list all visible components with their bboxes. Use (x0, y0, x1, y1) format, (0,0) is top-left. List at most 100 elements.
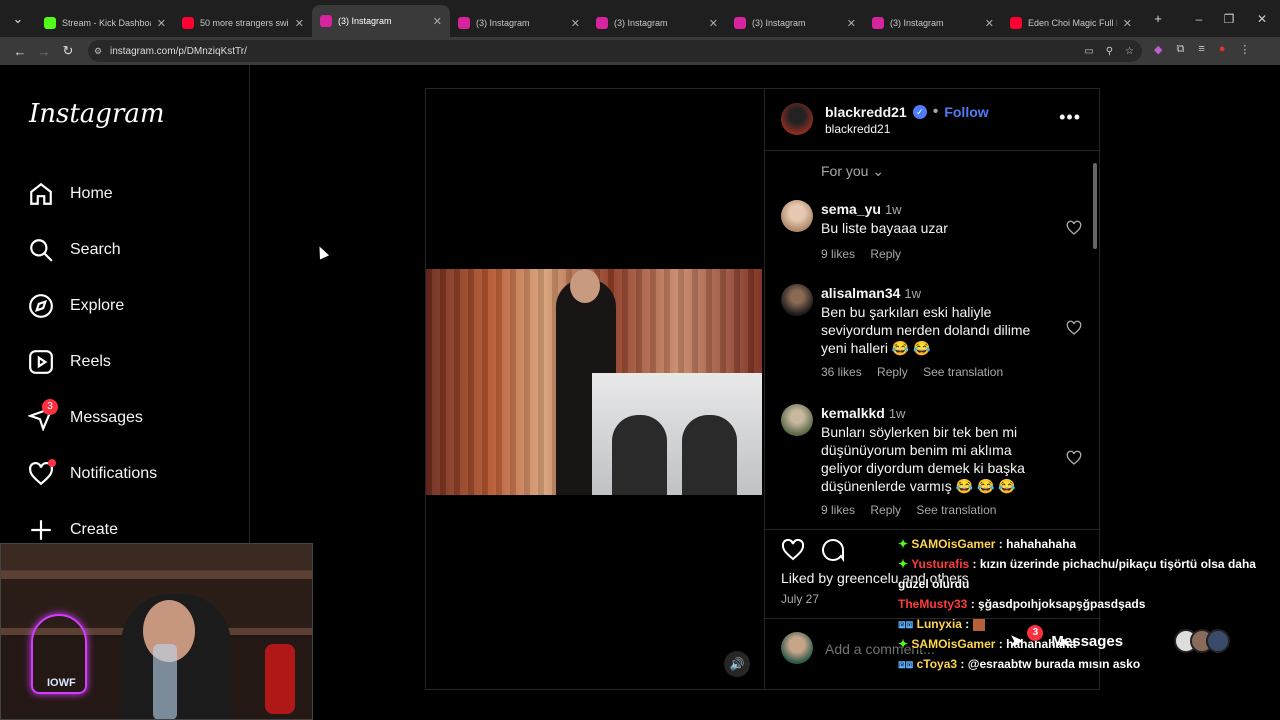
commenter-avatar[interactable] (781, 404, 813, 436)
instagram-logo[interactable]: Instagram (29, 99, 165, 129)
comment-reply[interactable]: Reply (870, 247, 901, 261)
tab-close-icon[interactable]: ✕ (433, 15, 442, 28)
sidebar-item-home[interactable]: Home (28, 181, 113, 207)
address-bar[interactable]: ⚙ instagram.com/p/DMnziqKstTr/ ▭ ⚲ ☆ (88, 40, 1142, 62)
tab-title: (3) Instagram (890, 18, 944, 28)
comment-bubble-icon[interactable] (821, 538, 845, 562)
avatar (1206, 629, 1230, 653)
chat-username: Yusturafis (911, 557, 970, 571)
messages-bar-label: Messages (1051, 632, 1124, 650)
mute-toggle-button[interactable]: 🔊 (724, 651, 750, 677)
zoom-icon[interactable]: ⚲ (1106, 46, 1113, 57)
search-icon (30, 239, 53, 262)
tab-close-icon[interactable]: ✕ (295, 17, 304, 30)
tab-close-icon[interactable]: ✕ (157, 17, 166, 30)
sidebar-item-notifications[interactable]: Notifications (28, 459, 157, 487)
post-video[interactable]: 🔊 (426, 89, 764, 689)
comment-username[interactable]: sema_yu (821, 201, 881, 217)
site-info-icon[interactable]: ⚙ (94, 46, 102, 57)
comments-list: For you ⌄ sema_yu 1w Bu liste bayaaa uzar… (765, 151, 1101, 529)
see-translation-link[interactable]: See translation (923, 365, 1003, 379)
reload-icon[interactable]: ↻ (56, 43, 80, 59)
new-tab-button[interactable]: + (1146, 11, 1170, 26)
tab-close-icon[interactable]: ✕ (709, 17, 718, 30)
browser-tab[interactable]: (3) Instagram ✕ (588, 9, 726, 37)
browser-tab[interactable]: (3) Instagram ✕ (864, 9, 1002, 37)
chat-message: @esraabtw burada mısın asko (967, 657, 1141, 671)
video-frame[interactable] (426, 269, 762, 495)
messages-floating-bar[interactable]: ➤ 3 Messages (1010, 624, 1230, 658)
browser-tab[interactable]: (3) Instagram ✕ (726, 9, 864, 37)
extension-icon[interactable]: ◆ (1154, 43, 1162, 56)
chat-username: SAMOisGamer (911, 537, 996, 551)
sidebar-item-explore[interactable]: Explore (28, 293, 124, 319)
extensions-puzzle-icon[interactable]: ⧉ (1176, 43, 1184, 56)
tab-favicon-icon (182, 17, 194, 29)
tab-close-icon[interactable]: ✕ (985, 17, 994, 30)
water-bottle (153, 644, 177, 719)
cast-icon[interactable]: ▭ (1084, 46, 1093, 57)
chat-username: Lunyxia (916, 617, 962, 631)
tab-list-chevron-icon[interactable]: ⌄ (0, 11, 36, 27)
browser-tab[interactable]: 50 more strangers swipe ✕ (174, 9, 312, 37)
neon-logo-text: IOWF (47, 677, 76, 689)
comment-like-heart-icon[interactable] (1066, 320, 1082, 336)
reels-icon (29, 350, 53, 374)
chat-badge-icon: ✦ (898, 537, 909, 551)
media-control-icon[interactable]: ≡ (1198, 43, 1204, 56)
sidebar-item-label: Search (70, 241, 121, 258)
commenter-avatar[interactable] (781, 284, 813, 316)
comment-username[interactable]: kemalkkd (821, 405, 885, 421)
sidebar-item-create[interactable]: Create (28, 517, 118, 543)
minimize-icon[interactable]: – (1184, 12, 1214, 26)
current-user-avatar (781, 632, 813, 664)
sidebar-item-label: Home (70, 185, 113, 202)
reaction-person-right (682, 415, 737, 495)
comment-like-heart-icon[interactable] (1066, 220, 1082, 236)
browser-tab[interactable]: Stream - Kick Dashboard ✕ (36, 9, 174, 37)
chat-line: ✦ SAMOisGamer : hahahahaha (898, 537, 1077, 551)
browser-tab[interactable]: (3) Instagram ✕ (312, 5, 450, 37)
comment-likes[interactable]: 9 likes (821, 247, 855, 261)
chat-badge-icon: ⧈⧈ (898, 617, 914, 631)
sidebar-item-label: Reels (70, 353, 111, 370)
audio-label[interactable]: blackredd21 (825, 122, 890, 136)
sidebar-item-messages[interactable]: 3 Messages (28, 399, 143, 431)
browser-tab[interactable]: Eden Choi Magic Full Perf ✕ (1002, 9, 1140, 37)
chat-username: TheMusty33 (898, 597, 968, 611)
sidebar-item-reels[interactable]: Reels (28, 349, 111, 375)
tab-close-icon[interactable]: ✕ (847, 17, 856, 30)
comment-likes[interactable]: 36 likes (821, 365, 862, 379)
sort-dropdown[interactable]: For you ⌄ (821, 163, 884, 180)
comment-likes[interactable]: 9 likes (821, 503, 855, 517)
follow-button[interactable]: Follow (944, 104, 988, 120)
see-translation-link[interactable]: See translation (916, 503, 996, 517)
forward-icon[interactable]: → (32, 44, 56, 59)
comment-like-heart-icon[interactable] (1066, 450, 1082, 466)
profile-icon[interactable]: ● (1219, 43, 1226, 56)
comment-username[interactable]: alisalman34 (821, 285, 900, 301)
like-heart-icon[interactable] (781, 538, 805, 562)
messages-icon: ➤ (1010, 633, 1024, 650)
menu-kebab-icon[interactable]: ⋮ (1239, 43, 1250, 56)
sidebar-item-search[interactable]: Search (28, 237, 121, 263)
scrollbar-thumb[interactable] (1093, 163, 1097, 249)
browser-tab[interactable]: (3) Instagram ✕ (450, 9, 588, 37)
tab-close-icon[interactable]: ✕ (571, 17, 580, 30)
comments-scrollbar[interactable] (1091, 155, 1099, 527)
sidebar-item-label: Explore (70, 297, 125, 314)
chat-badge-icon: ✦ (898, 637, 909, 651)
tab-close-icon[interactable]: ✕ (1123, 17, 1132, 30)
back-icon[interactable]: ← (8, 44, 32, 59)
restore-icon[interactable]: ❐ (1214, 12, 1244, 26)
bookmark-star-icon[interactable]: ☆ (1125, 46, 1134, 57)
author-avatar[interactable] (781, 103, 813, 135)
tab-title: (3) Instagram (476, 18, 530, 28)
comment-reply[interactable]: Reply (870, 503, 901, 517)
commenter-avatar[interactable] (781, 200, 813, 232)
more-options-icon[interactable]: ••• (1059, 107, 1081, 128)
author-username[interactable]: blackredd21 (825, 104, 907, 120)
sort-label: For you (821, 163, 869, 179)
close-window-icon[interactable]: ✕ (1244, 12, 1280, 26)
comment-reply[interactable]: Reply (877, 365, 908, 379)
